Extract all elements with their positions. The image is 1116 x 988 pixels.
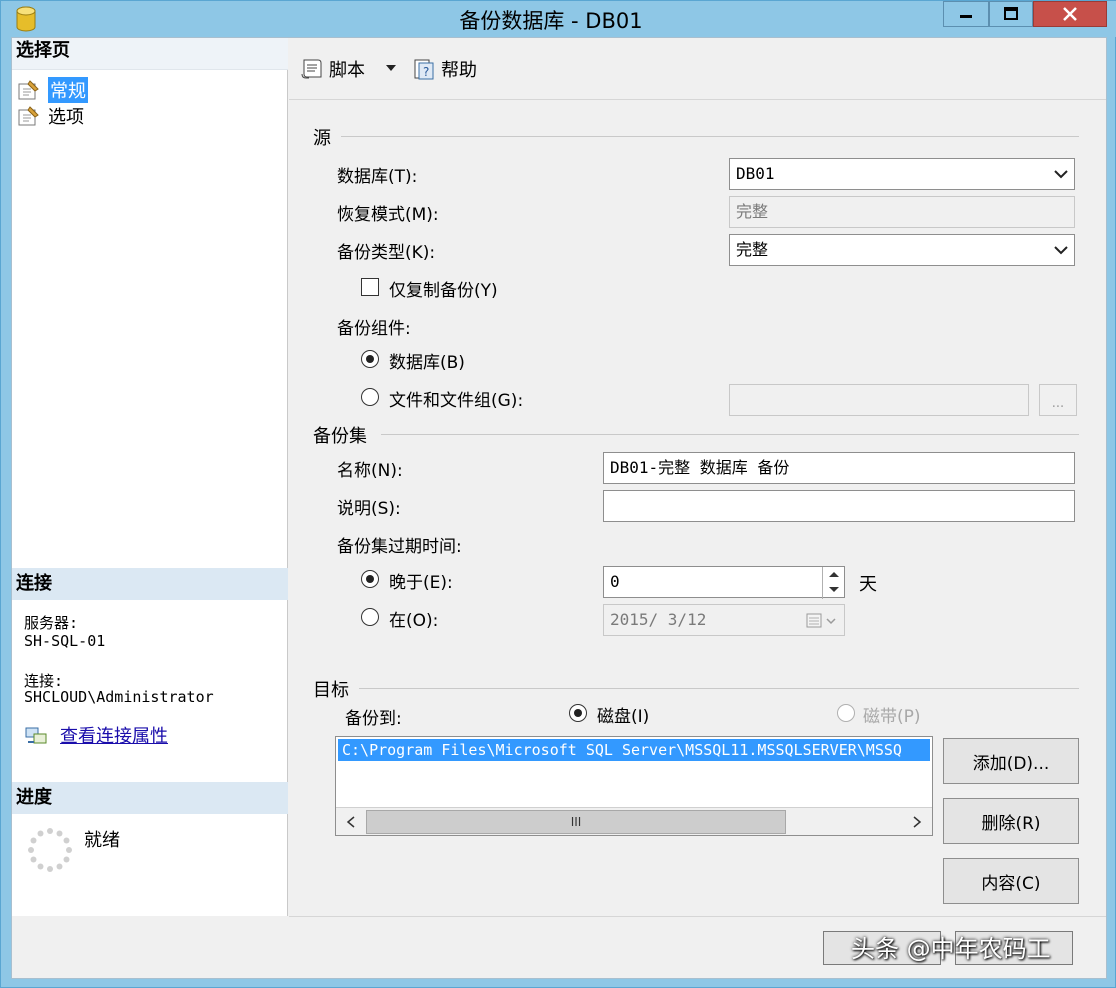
expire-on-date-picker: 2015/ 3/12 <box>603 604 845 636</box>
page-wrench-icon <box>18 80 39 100</box>
help-icon: ? <box>414 59 434 80</box>
contents-button[interactable]: 内容(C) <box>943 858 1079 904</box>
expire-on-date-value: 2015/ 3/12 <box>610 610 707 629</box>
component-files-label: 文件和文件组(G): <box>389 391 524 411</box>
component-files-radio[interactable] <box>361 388 379 406</box>
backup-set-group-divider <box>381 434 1079 435</box>
backup-to-disk-radio[interactable] <box>569 704 587 722</box>
page-item-general[interactable]: 常规 <box>16 77 88 103</box>
destination-list[interactable]: C:\Program Files\Microsoft SQL Server\MS… <box>335 736 933 836</box>
recovery-model-label: 恢复模式(M): <box>337 205 439 225</box>
minimize-icon <box>960 15 972 18</box>
view-connection-properties-label: 查看连接属性 <box>60 726 168 747</box>
copy-only-checkbox[interactable] <box>361 278 379 296</box>
connection-properties-icon <box>25 727 47 744</box>
name-label: 名称(N): <box>337 461 403 481</box>
page-wrench-icon <box>18 106 39 126</box>
title-bar[interactable]: 备份数据库 - DB01 <box>1 1 1116 37</box>
expire-after-value: 0 <box>610 572 620 591</box>
page-item-options[interactable]: 选项 <box>16 104 84 128</box>
select-page-header: 选择页 <box>12 38 288 70</box>
script-label: 脚本 <box>329 60 365 81</box>
days-unit-label: 天 <box>859 574 877 595</box>
backup-type-select-value: 完整 <box>736 240 769 259</box>
days-spinner[interactable] <box>822 567 844 599</box>
description-input[interactable] <box>603 490 1075 522</box>
backup-to-disk-label: 磁盘(I) <box>597 707 650 727</box>
backup-name-input[interactable]: DB01-完整 数据库 备份 <box>603 452 1075 484</box>
backup-component-label: 备份组件: <box>337 319 411 339</box>
backup-to-label: 备份到: <box>345 709 402 729</box>
backup-type-select[interactable]: 完整 <box>729 234 1075 266</box>
spin-up-icon[interactable] <box>823 567 845 582</box>
expire-on-radio[interactable] <box>361 608 379 626</box>
maximize-icon <box>1004 7 1018 20</box>
expire-after-input[interactable]: 0 <box>603 566 845 599</box>
dialog-client-area: 选择页 常规 选项 连接 服务器: SH-SQL-01 连接: SHCLOUD\… <box>11 37 1107 979</box>
connection-value: SHCLOUD\Administrator <box>24 688 214 706</box>
files-browse-button: ... <box>1039 384 1077 416</box>
backup-type-label: 备份类型(K): <box>337 243 436 263</box>
maximize-button[interactable] <box>989 1 1033 27</box>
recovery-model-field: 完整 <box>729 196 1075 228</box>
calendar-icon <box>806 613 836 628</box>
window-title: 备份数据库 - DB01 <box>459 9 643 33</box>
left-panel: 选择页 常规 选项 连接 服务器: SH-SQL-01 连接: SHCLOUD\… <box>12 38 288 916</box>
chevron-down-icon <box>1054 170 1068 179</box>
script-icon <box>301 59 322 79</box>
source-group-label: 源 <box>313 128 331 149</box>
files-field <box>729 384 1029 416</box>
progress-status: 就绪 <box>84 830 120 851</box>
progress-spinner-icon <box>28 828 72 872</box>
page-item-label: 常规 <box>48 77 88 103</box>
view-connection-properties-link[interactable]: 查看连接属性 <box>24 722 168 748</box>
description-label: 说明(S): <box>337 499 401 519</box>
script-button[interactable]: 脚本 <box>299 56 365 82</box>
backup-dialog-window: 备份数据库 - DB01 选择页 常规 选项 连接 服务器: SH-SQL-01… <box>0 0 1116 988</box>
database-select-value: DB01 <box>736 164 775 183</box>
remove-destination-button[interactable]: 删除(R) <box>943 798 1079 844</box>
backup-to-tape-label: 磁带(P) <box>863 707 921 727</box>
server-label: 服务器: <box>24 614 79 632</box>
chevron-left-icon <box>346 816 355 828</box>
toolbar: 脚本 ? 帮助 <box>289 38 1106 100</box>
general-page-form: 源 数据库(T): DB01 恢复模式(M): 完整 备份类型(K): 完整 仅… <box>289 100 1106 916</box>
expiration-label: 备份集过期时间: <box>337 537 462 557</box>
scroll-right-button[interactable] <box>904 810 930 834</box>
page-item-label: 选项 <box>48 107 84 128</box>
chevron-down-icon <box>1054 246 1068 255</box>
expire-after-label: 晚于(E): <box>389 573 453 593</box>
component-database-label: 数据库(B) <box>389 353 465 373</box>
connection-header: 连接 <box>12 568 288 600</box>
destination-group-divider <box>359 688 1079 689</box>
progress-header: 进度 <box>12 782 288 814</box>
backup-to-tape-radio <box>837 704 855 722</box>
script-dropdown-icon[interactable] <box>385 64 397 72</box>
watermark-text: 头条 @中年农码工 <box>851 935 1051 963</box>
help-button[interactable]: ? 帮助 <box>411 56 477 82</box>
expire-on-label: 在(O): <box>389 611 439 631</box>
expire-after-radio[interactable] <box>361 570 379 588</box>
add-destination-button[interactable]: 添加(D)... <box>943 738 1079 784</box>
help-label: 帮助 <box>441 60 477 81</box>
close-icon <box>1063 7 1077 21</box>
scroll-left-button[interactable] <box>338 810 364 834</box>
source-group-divider <box>341 136 1079 137</box>
minimize-button[interactable] <box>943 1 989 27</box>
scrollbar-thumb[interactable]: III <box>366 810 786 834</box>
horizontal-scrollbar[interactable]: III <box>336 807 932 835</box>
destination-list-item[interactable]: C:\Program Files\Microsoft SQL Server\MS… <box>338 739 930 761</box>
destination-group-label: 目标 <box>313 680 349 701</box>
svg-text:?: ? <box>423 65 429 79</box>
spin-down-icon[interactable] <box>823 582 845 597</box>
database-select[interactable]: DB01 <box>729 158 1075 190</box>
database-label: 数据库(T): <box>337 167 418 187</box>
server-value: SH-SQL-01 <box>24 632 106 650</box>
backup-set-group-label: 备份集 <box>313 426 367 447</box>
close-button[interactable] <box>1033 1 1107 27</box>
chevron-right-icon <box>913 816 922 828</box>
component-database-radio[interactable] <box>361 350 379 368</box>
copy-only-label: 仅复制备份(Y) <box>389 281 498 301</box>
